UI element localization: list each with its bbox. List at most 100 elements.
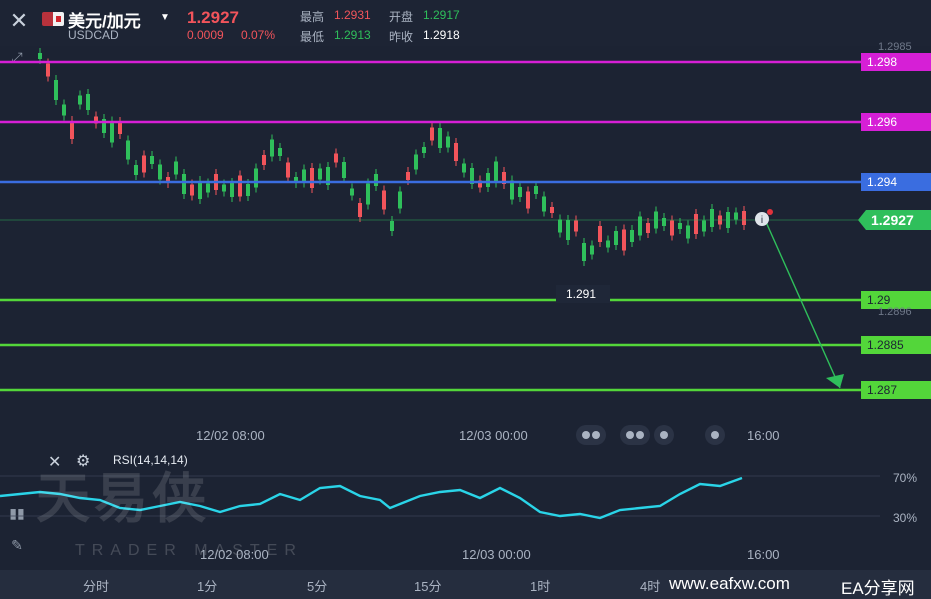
candle-body: [54, 80, 58, 100]
candle-body: [198, 181, 202, 199]
candle-body: [246, 184, 250, 196]
tf-tick[interactable]: 分时: [83, 576, 109, 595]
hline-label-12885[interactable]: 1.2885: [861, 336, 931, 354]
candle-body: [566, 220, 570, 240]
candle-body: [142, 155, 146, 173]
candle-body: [270, 139, 274, 157]
rsi-time-label-1: 12/02 08:00: [200, 547, 269, 562]
candle-body: [582, 243, 586, 261]
candle-body: [262, 155, 266, 165]
current-price-tag-value: 1.2927: [871, 212, 914, 228]
candle-body: [462, 163, 466, 173]
candle-body: [694, 214, 698, 234]
candle-body: [286, 162, 290, 178]
candle-body: [430, 127, 434, 141]
current-price-tag: 1.2927: [858, 210, 931, 230]
hline-label-1287[interactable]: 1.287: [861, 381, 931, 399]
candle-body: [38, 53, 42, 59]
low-annotation-value: 1.291: [566, 287, 597, 301]
candle-body: [70, 121, 74, 139]
nav-pill-3[interactable]: [654, 425, 674, 445]
stat-high-label: 最高: [300, 10, 325, 24]
candle-body: [302, 169, 306, 183]
candle-body: [46, 63, 50, 77]
candle-body: [310, 168, 314, 188]
candle-body: [558, 219, 562, 233]
candle-body: [342, 162, 346, 178]
candle-body: [598, 226, 602, 242]
candle-body: [526, 191, 530, 209]
hline-label-1294[interactable]: 1.294: [861, 173, 931, 191]
stat-high-value: 1.2931: [334, 8, 371, 22]
candle-body: [374, 174, 378, 186]
candle-body: [734, 212, 738, 220]
candle-body: [702, 220, 706, 232]
price-chart[interactable]: i: [0, 40, 931, 450]
chevron-down-icon[interactable]: ▼: [160, 12, 170, 23]
candle-body: [710, 209, 714, 227]
time-label-1: 12/02 08:00: [196, 428, 265, 443]
footer-site-url: www.eafxw.com: [669, 574, 790, 593]
footer-site-name: EA分享网: [841, 579, 915, 598]
nav-pill-2[interactable]: [620, 425, 650, 445]
stat-open-label: 开盘: [389, 10, 414, 24]
candle-body: [630, 230, 634, 242]
candle-body: [662, 218, 666, 226]
candle-body: [358, 203, 362, 217]
candle-body: [78, 95, 82, 105]
candle-body: [678, 223, 682, 229]
candle-body: [638, 216, 642, 236]
candle-body: [494, 161, 498, 183]
candle-body: [646, 223, 650, 233]
current-price: 1.2927: [187, 8, 239, 27]
candle-body: [190, 184, 194, 196]
rsi-time-label-2: 12/03 00:00: [462, 547, 531, 562]
candle-body: [422, 147, 426, 153]
watermark-sub: TRADER MASTER: [75, 542, 303, 559]
candle-body: [486, 173, 490, 187]
stat-open-value: 1.2917: [423, 8, 460, 22]
candle-body: [550, 207, 554, 213]
tf-5m[interactable]: 5分: [307, 576, 327, 595]
candle-body: [542, 196, 546, 212]
hline-label-1296[interactable]: 1.296: [861, 113, 931, 131]
hline-label-1298[interactable]: 1.298: [861, 53, 931, 71]
timeframe-bar: 分时 1分 5分 15分 1时 4时 www.eafxw.com EA分享网: [0, 570, 931, 599]
rsi-time-label-3: 16:00: [747, 547, 780, 562]
tf-15m[interactable]: 15分: [414, 576, 441, 595]
candle-body: [62, 104, 66, 116]
candle-body: [590, 245, 594, 255]
candlestick-series: [38, 48, 746, 266]
candle-body: [454, 143, 458, 161]
candle-body: [238, 175, 242, 197]
close-icon[interactable]: ✕: [6, 8, 32, 34]
candle-body: [86, 94, 90, 110]
candle-body: [158, 164, 162, 180]
projection-arrow-line: [765, 221, 841, 389]
svg-text:i: i: [761, 215, 763, 226]
candle-body: [438, 128, 442, 148]
candle-body: [182, 174, 186, 194]
candle-body: [534, 186, 538, 194]
nav-pill-4[interactable]: [705, 425, 725, 445]
candle-body: [110, 121, 114, 143]
watermark-logo: 天易侠: [36, 469, 210, 529]
time-label-3: 16:00: [747, 428, 780, 443]
candle-body: [670, 220, 674, 236]
axis-top-value: 1.2985: [878, 41, 912, 53]
candle-body: [510, 180, 514, 200]
candle-body: [350, 188, 354, 196]
tf-1m[interactable]: 1分: [197, 576, 217, 595]
candle-body: [222, 184, 226, 192]
candle-body: [686, 225, 690, 239]
tf-1h[interactable]: 1时: [530, 576, 550, 595]
candle-body: [398, 191, 402, 209]
candle-body: [622, 229, 626, 251]
candle-body: [574, 220, 578, 232]
candle-body: [126, 140, 130, 160]
candle-body: [406, 172, 410, 180]
candle-body: [206, 183, 210, 193]
nav-pill-1[interactable]: [576, 425, 606, 445]
currency-flag-icon: [42, 12, 64, 26]
tf-4h[interactable]: 4时: [640, 576, 660, 595]
